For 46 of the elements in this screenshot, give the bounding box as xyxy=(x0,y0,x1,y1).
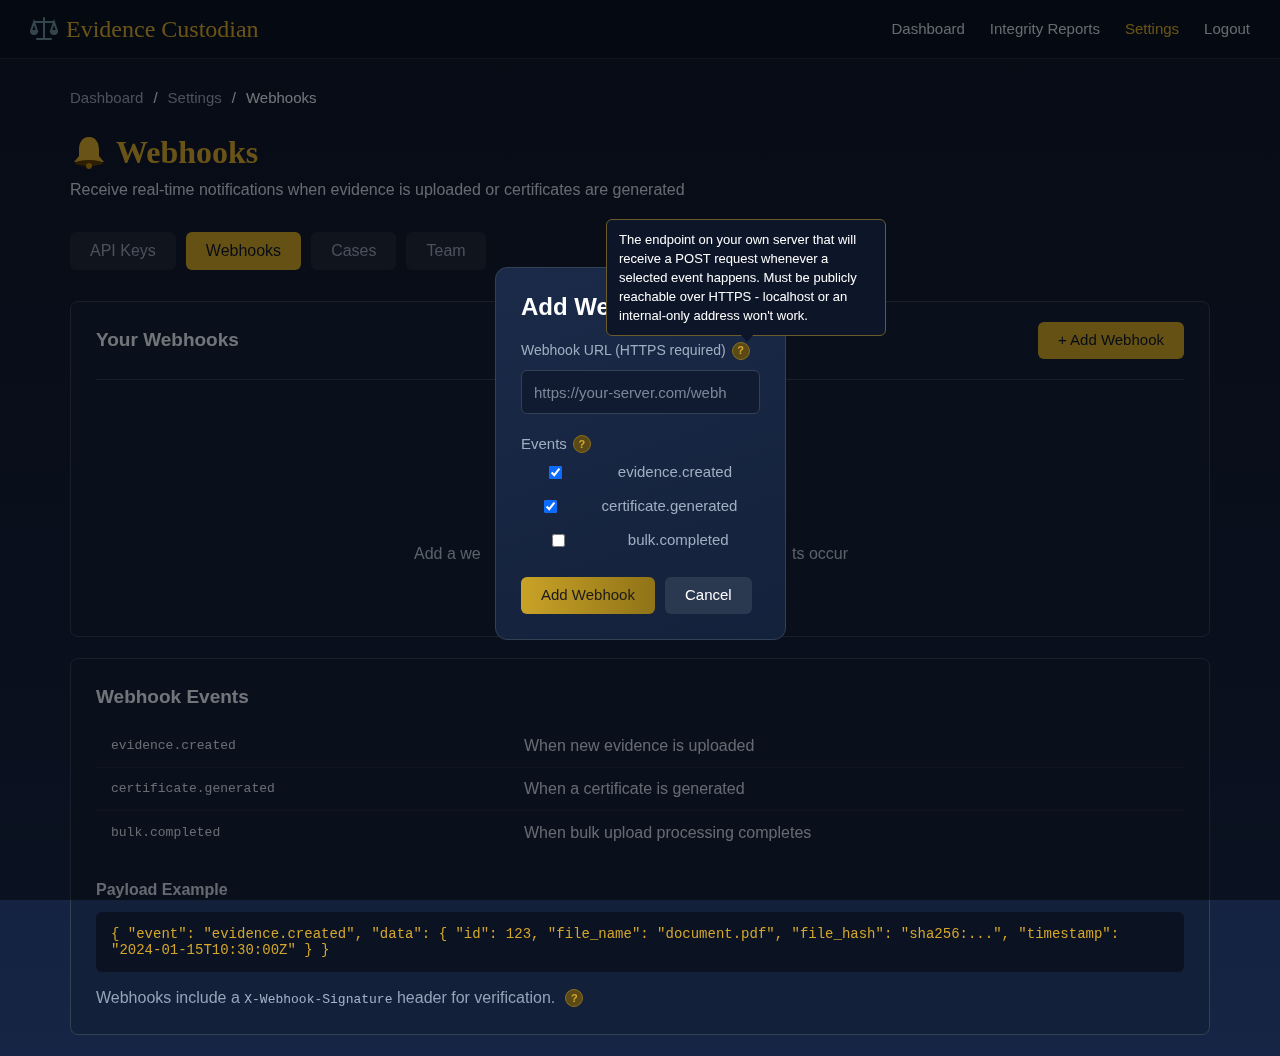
event-name: bulk.completed xyxy=(110,823,222,842)
nav-link[interactable]: Dashboard xyxy=(891,17,965,41)
nav-link[interactable]: Logout xyxy=(1204,17,1250,41)
url-label: Webhook URL (HTTPS required) xyxy=(521,341,726,360)
breadcrumb-separator: / xyxy=(231,88,236,108)
events-label: Events xyxy=(521,434,567,454)
empty-state-text: Add a we xyxy=(414,543,481,564)
help-icon[interactable]: ? xyxy=(731,341,750,360)
submit-button[interactable]: Add Webhook xyxy=(521,576,655,614)
event-checkbox[interactable] xyxy=(548,466,562,479)
tab[interactable]: Team xyxy=(406,231,486,270)
event-option-label[interactable]: evidence.created xyxy=(617,461,733,484)
breadcrumb-link[interactable]: Dashboard xyxy=(70,87,144,110)
scales-icon xyxy=(30,15,58,43)
payload-code: { "event": "evidence.created", "data": { "id": 123, "file_name": "document.pdf", "file_hash": "sha256:...", "timestamp": "2024-01-15T10:30:00Z" } } xyxy=(96,912,1184,972)
page-title: Webhooks xyxy=(116,132,259,172)
tab[interactable]: Cases xyxy=(311,231,397,270)
payload-title: Payload Example xyxy=(96,880,229,900)
event-description: When a certificate is generated xyxy=(524,779,745,799)
event-option-label[interactable]: bulk.completed xyxy=(627,529,729,552)
url-input-field[interactable]: https://your-server.com/webh xyxy=(521,370,760,414)
brand-title[interactable]: Evidence Custodian xyxy=(66,11,259,47)
event-name: certificate.generated xyxy=(110,780,276,799)
help-icon[interactable]: ? xyxy=(572,435,591,454)
cancel-button[interactable]: Cancel xyxy=(664,576,752,614)
nav-link[interactable]: Settings xyxy=(1124,17,1180,41)
event-checkbox[interactable] xyxy=(543,500,557,513)
event-checkbox[interactable] xyxy=(552,534,566,547)
tab[interactable]: API Keys xyxy=(70,231,176,270)
nav-link[interactable]: Integrity Reports xyxy=(989,17,1100,41)
event-name: evidence.created xyxy=(110,737,237,756)
empty-state-text: ts occur xyxy=(792,543,848,564)
breadcrumb-link[interactable]: Settings xyxy=(167,87,222,110)
event-description: When new evidence is uploaded xyxy=(524,736,755,756)
tab[interactable]: Webhooks xyxy=(185,231,302,270)
card-title: Your Webhooks xyxy=(96,327,239,352)
add-webhook-button[interactable]: + Add Webhook xyxy=(1037,321,1184,359)
event-option-label[interactable]: certificate.generated xyxy=(601,495,738,518)
signature-note: Webhooks include a X-Webhook-Signature header for verification. xyxy=(96,988,556,1009)
card-title: Webhook Events xyxy=(96,684,250,709)
event-description: When bulk upload processing completes xyxy=(524,822,812,843)
breadcrumb-link[interactable]: Webhooks xyxy=(245,87,317,110)
help-icon[interactable]: ? xyxy=(565,989,584,1007)
tooltip-arrow-icon xyxy=(741,335,753,342)
page-subtitle: Receive real-time notifications when evidence is uploaded or certificates are generated xyxy=(70,179,686,200)
breadcrumb-separator: / xyxy=(153,88,158,108)
